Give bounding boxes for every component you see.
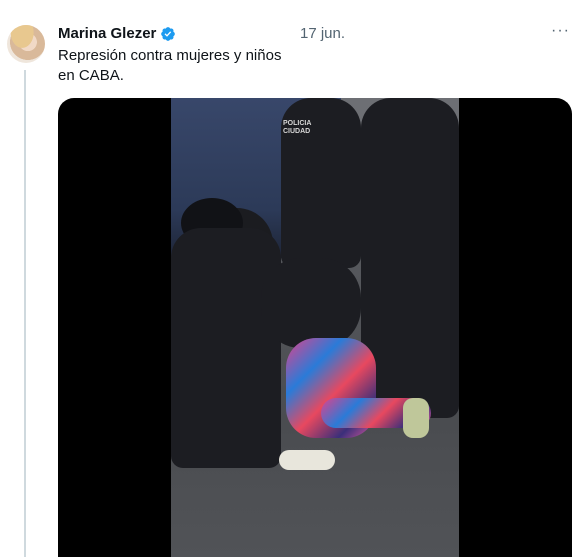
author-name[interactable]: Marina Glezer	[58, 25, 156, 42]
video-frame: POLICIA CIUDAD	[171, 98, 459, 557]
tweet-video[interactable]: POLICIA CIUDAD	[58, 98, 572, 557]
vest-label: POLICIA CIUDAD	[283, 120, 312, 135]
tweet-date[interactable]: 17 jun.	[300, 25, 345, 42]
avatar-hair	[7, 25, 45, 63]
officer-kneeling	[261, 258, 361, 348]
more-options-button[interactable]: ···	[551, 22, 570, 40]
tweet-text: Represión contra mujeres y niños en CABA…	[58, 47, 282, 84]
author-row: Marina Glezer	[58, 25, 176, 42]
sneaker-right	[403, 398, 429, 438]
verified-badge-icon	[161, 26, 176, 41]
thread-line	[24, 70, 26, 557]
sneaker	[279, 450, 335, 470]
officer-left	[171, 228, 281, 468]
avatar[interactable]	[7, 25, 45, 63]
